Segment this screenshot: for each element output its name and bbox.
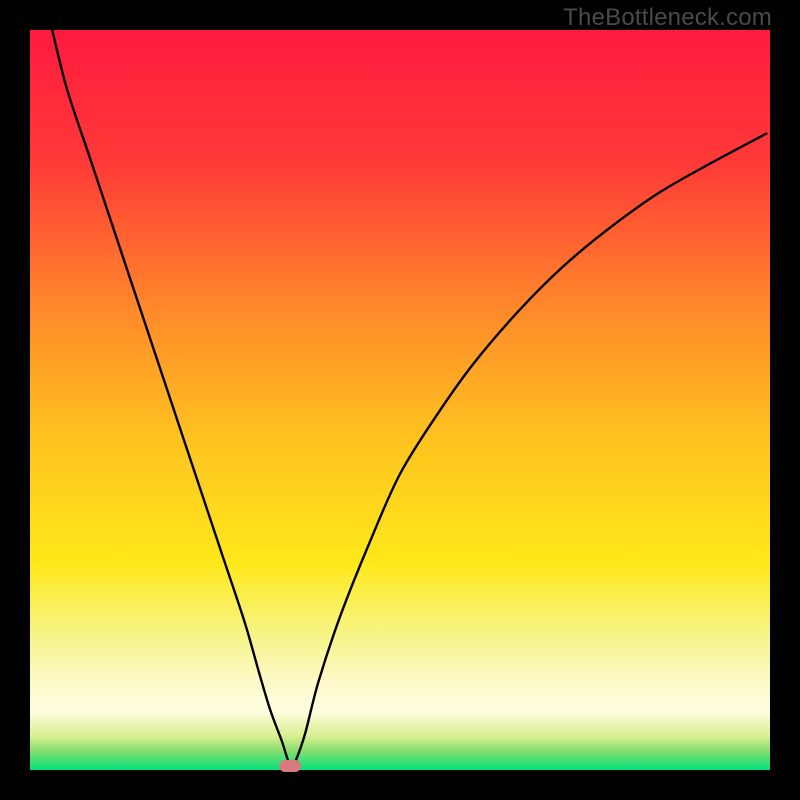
optimal-point-marker — [279, 760, 301, 772]
plot-frame — [30, 30, 770, 770]
bottleneck-chart — [30, 30, 770, 770]
watermark-text: TheBottleneck.com — [563, 4, 772, 32]
chart-background — [30, 30, 770, 770]
